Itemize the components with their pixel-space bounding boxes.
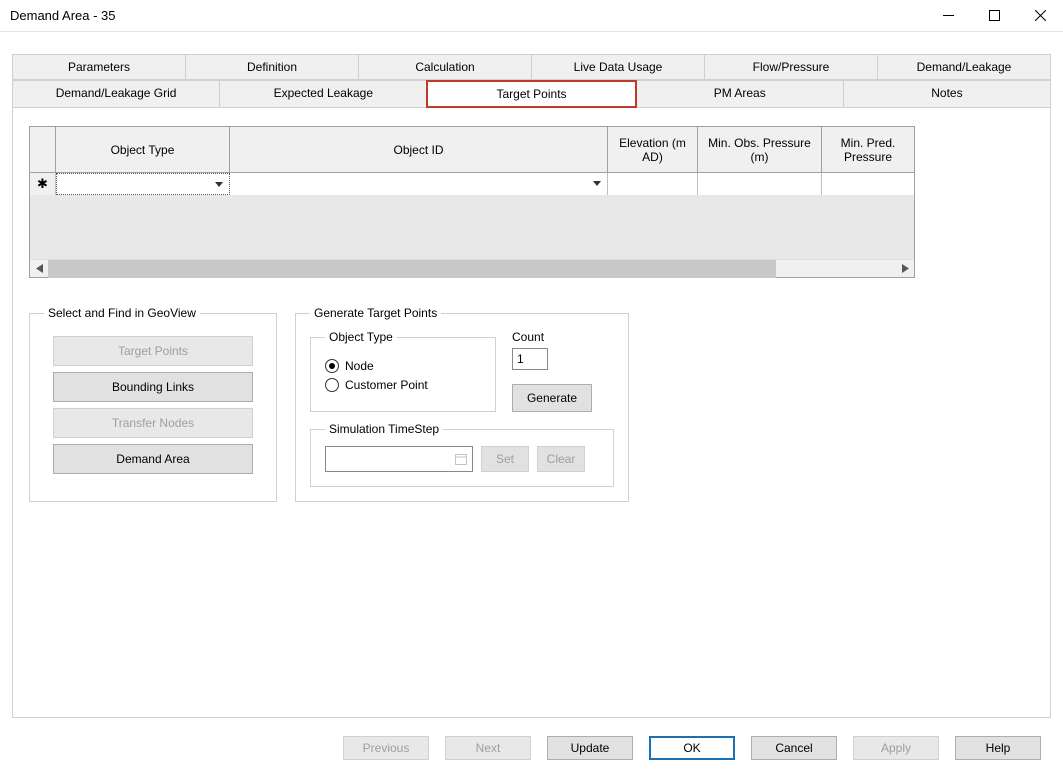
tab-pm-areas[interactable]: PM Areas: [636, 80, 844, 108]
calendar-icon[interactable]: [453, 451, 469, 467]
grid-new-row[interactable]: ✱: [30, 173, 914, 195]
update-button[interactable]: Update: [547, 736, 633, 760]
cell-object-id[interactable]: [230, 173, 608, 195]
tab-rows: Parameters Definition Calculation Live D…: [12, 54, 1051, 108]
title-bar: Demand Area - 35: [0, 0, 1063, 32]
grid-header-rowselector: [30, 127, 56, 173]
ok-button[interactable]: OK: [649, 736, 735, 760]
maximize-icon[interactable]: [971, 0, 1017, 32]
cell-elevation[interactable]: [608, 173, 698, 195]
cell-object-type[interactable]: [56, 173, 230, 195]
scroll-track[interactable]: [48, 260, 896, 278]
grid-header-object-type[interactable]: Object Type: [56, 127, 230, 173]
transfer-nodes-button: Transfer Nodes: [53, 408, 253, 438]
tab-demand-leakage-grid[interactable]: Demand/Leakage Grid: [12, 80, 220, 108]
previous-button: Previous: [343, 736, 429, 760]
simulation-timestep-input[interactable]: [325, 446, 473, 472]
simulation-timestep-group: Simulation TimeStep Set Clear: [310, 422, 614, 487]
grid-body: ✱: [30, 173, 914, 259]
object-type-group: Object Type Node Customer Point: [310, 330, 496, 412]
generate-button[interactable]: Generate: [512, 384, 592, 412]
demand-area-button[interactable]: Demand Area: [53, 444, 253, 474]
radio-customer-point[interactable]: [325, 378, 339, 392]
grid-header-object-id[interactable]: Object ID: [230, 127, 608, 173]
minimize-icon[interactable]: [925, 0, 971, 32]
tab-definition[interactable]: Definition: [185, 54, 359, 80]
chevron-down-icon[interactable]: [589, 175, 605, 191]
grid-horizontal-scrollbar[interactable]: [30, 259, 914, 277]
radio-node-row[interactable]: Node: [325, 359, 481, 373]
grid-header: Object Type Object ID Elevation (m AD) M…: [30, 127, 914, 173]
window-title: Demand Area - 35: [10, 8, 116, 23]
help-button[interactable]: Help: [955, 736, 1041, 760]
count-label: Count: [512, 330, 614, 344]
count-input[interactable]: [512, 348, 548, 370]
target-points-grid: Object Type Object ID Elevation (m AD) M…: [29, 126, 915, 278]
window-controls: [925, 0, 1063, 32]
radio-node[interactable]: [325, 359, 339, 373]
set-button: Set: [481, 446, 529, 472]
simstep-legend: Simulation TimeStep: [325, 422, 443, 436]
tab-notes[interactable]: Notes: [843, 80, 1051, 108]
cell-min-obs-pressure[interactable]: [698, 173, 822, 195]
object-type-legend: Object Type: [325, 330, 397, 344]
tab-target-points[interactable]: Target Points: [426, 80, 636, 108]
grid-header-elevation[interactable]: Elevation (m AD): [608, 127, 698, 173]
grid-header-min-pred-pressure[interactable]: Min. Pred. Pressure: [822, 127, 914, 173]
target-points-button: Target Points: [53, 336, 253, 366]
tab-row-1: Parameters Definition Calculation Live D…: [12, 54, 1051, 80]
tab-live-data-usage[interactable]: Live Data Usage: [531, 54, 705, 80]
new-row-marker: ✱: [30, 173, 56, 195]
cell-min-pred-pressure[interactable]: [822, 173, 914, 195]
radio-customer-point-label: Customer Point: [345, 378, 428, 392]
radio-customer-point-row[interactable]: Customer Point: [325, 378, 481, 392]
scroll-thumb[interactable]: [48, 260, 776, 278]
tab-row-2: Demand/Leakage Grid Expected Leakage Tar…: [12, 80, 1051, 108]
chevron-down-icon[interactable]: [211, 176, 227, 192]
grid-header-min-obs-pressure[interactable]: Min. Obs. Pressure (m): [698, 127, 822, 173]
geoview-legend: Select and Find in GeoView: [44, 306, 200, 320]
tab-calculation[interactable]: Calculation: [358, 54, 532, 80]
next-button: Next: [445, 736, 531, 760]
scroll-right-icon[interactable]: [896, 260, 914, 278]
generate-target-points-group: Generate Target Points Object Type Node …: [295, 306, 629, 502]
tab-panel-target-points: Object Type Object ID Elevation (m AD) M…: [12, 108, 1051, 718]
bounding-links-button[interactable]: Bounding Links: [53, 372, 253, 402]
tab-demand-leakage[interactable]: Demand/Leakage: [877, 54, 1051, 80]
cancel-button[interactable]: Cancel: [751, 736, 837, 760]
tab-flow-pressure[interactable]: Flow/Pressure: [704, 54, 878, 80]
radio-node-label: Node: [345, 359, 374, 373]
tab-expected-leakage[interactable]: Expected Leakage: [219, 80, 427, 108]
select-find-geoview-group: Select and Find in GeoView Target Points…: [29, 306, 277, 502]
apply-button: Apply: [853, 736, 939, 760]
close-icon[interactable]: [1017, 0, 1063, 32]
scroll-left-icon[interactable]: [30, 260, 48, 278]
generate-legend: Generate Target Points: [310, 306, 441, 320]
tab-parameters[interactable]: Parameters: [12, 54, 186, 80]
clear-button: Clear: [537, 446, 585, 472]
dialog-button-bar: Previous Next Update OK Cancel Apply Hel…: [0, 724, 1063, 772]
